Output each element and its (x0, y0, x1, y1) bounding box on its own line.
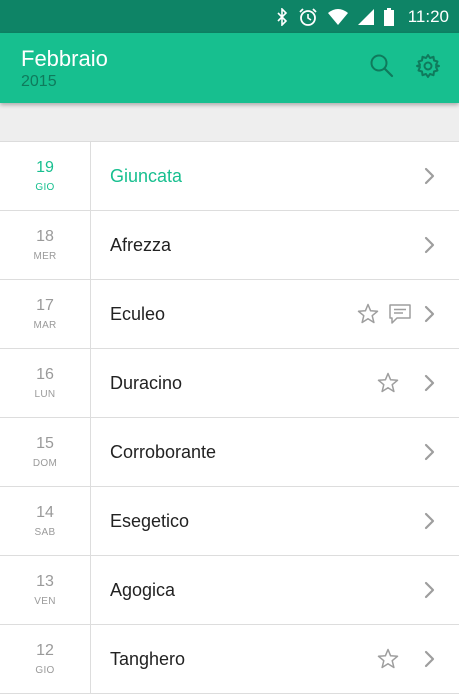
chevron-right-icon (424, 374, 436, 397)
date-column: 18 MER (0, 211, 91, 279)
word-label: Giuncata (110, 166, 183, 186)
chevron-right-icon (424, 443, 436, 466)
day-number: 17 (36, 297, 54, 314)
comment-icon[interactable] (388, 303, 412, 330)
weekday-label: SAB (34, 527, 56, 538)
list-item[interactable]: 15 DOM Corroborante (0, 418, 459, 487)
list-item[interactable]: 13 VEN Agogica (0, 556, 459, 625)
word-label: Duracino (110, 373, 183, 393)
bluetooth-icon (276, 7, 288, 26)
date-column: 17 MAR (0, 280, 91, 348)
date-column: 14 SAB (0, 487, 91, 555)
page-title: Febbraio (21, 46, 108, 71)
chevron-right-icon (424, 650, 436, 673)
chevron-right-icon (424, 236, 436, 259)
weekday-label: MAR (33, 320, 57, 331)
status-bar: 11:20 (0, 0, 459, 33)
word-label: Agogica (110, 580, 176, 600)
app-bar: Febbraio 2015 (0, 33, 459, 103)
day-number: 19 (36, 159, 54, 176)
list-item[interactable]: 18 MER Afrezza (0, 211, 459, 280)
star-icon[interactable] (377, 648, 399, 675)
date-column: 15 DOM (0, 418, 91, 486)
chevron-right-icon (424, 305, 436, 328)
day-number: 14 (36, 504, 54, 521)
chevron-right-icon (424, 581, 436, 604)
settings-button[interactable] (413, 53, 443, 83)
page-subtitle: 2015 (21, 73, 57, 90)
date-column: 13 VEN (0, 556, 91, 624)
list-item[interactable]: 19 GIO Giuncata (0, 142, 459, 211)
signal-icon (357, 8, 374, 25)
weekday-label: GIO (35, 182, 55, 193)
list-item[interactable]: 14 SAB Esegetico (0, 487, 459, 556)
date-column: 12 GIO (0, 625, 91, 693)
weekday-label: GIO (35, 665, 55, 676)
day-number: 13 (36, 573, 54, 590)
weekday-label: LUN (34, 389, 56, 400)
alarm-icon (298, 7, 318, 27)
chevron-right-icon (424, 167, 436, 190)
weekday-label: MER (33, 251, 57, 262)
battery-icon (383, 7, 394, 26)
date-column: 16 LUN (0, 349, 91, 417)
word-label: Esegetico (110, 511, 190, 531)
list-item[interactable]: 16 LUN Duracino (0, 349, 459, 418)
word-label: Eculeo (110, 304, 166, 324)
status-time: 11:20 (407, 6, 449, 26)
word-label: Tanghero (110, 649, 186, 669)
list-item[interactable]: 17 MAR Eculeo (0, 280, 459, 349)
word-label: Afrezza (110, 235, 172, 255)
day-number: 18 (36, 228, 54, 245)
star-icon[interactable] (357, 303, 379, 330)
status-icons: 11:20 (276, 0, 449, 33)
search-button[interactable] (367, 53, 397, 83)
date-column: 19 GIO (0, 142, 91, 210)
gear-icon (415, 53, 441, 84)
weekday-label: VEN (34, 596, 56, 607)
day-number: 12 (36, 642, 54, 659)
word-label: Corroborante (110, 442, 217, 462)
word-list: 19 GIO Giuncata 18 MER Afrezza 17 MAR Eculeo 16 LU… (0, 142, 459, 694)
search-icon (369, 53, 395, 84)
day-number: 16 (36, 366, 54, 383)
chevron-right-icon (424, 512, 436, 535)
list-item[interactable]: 12 GIO Tanghero (0, 625, 459, 694)
weekday-label: DOM (32, 458, 58, 469)
day-number: 15 (36, 435, 54, 452)
star-icon[interactable] (377, 372, 399, 399)
list-subheader (0, 103, 459, 142)
wifi-icon (327, 8, 348, 25)
